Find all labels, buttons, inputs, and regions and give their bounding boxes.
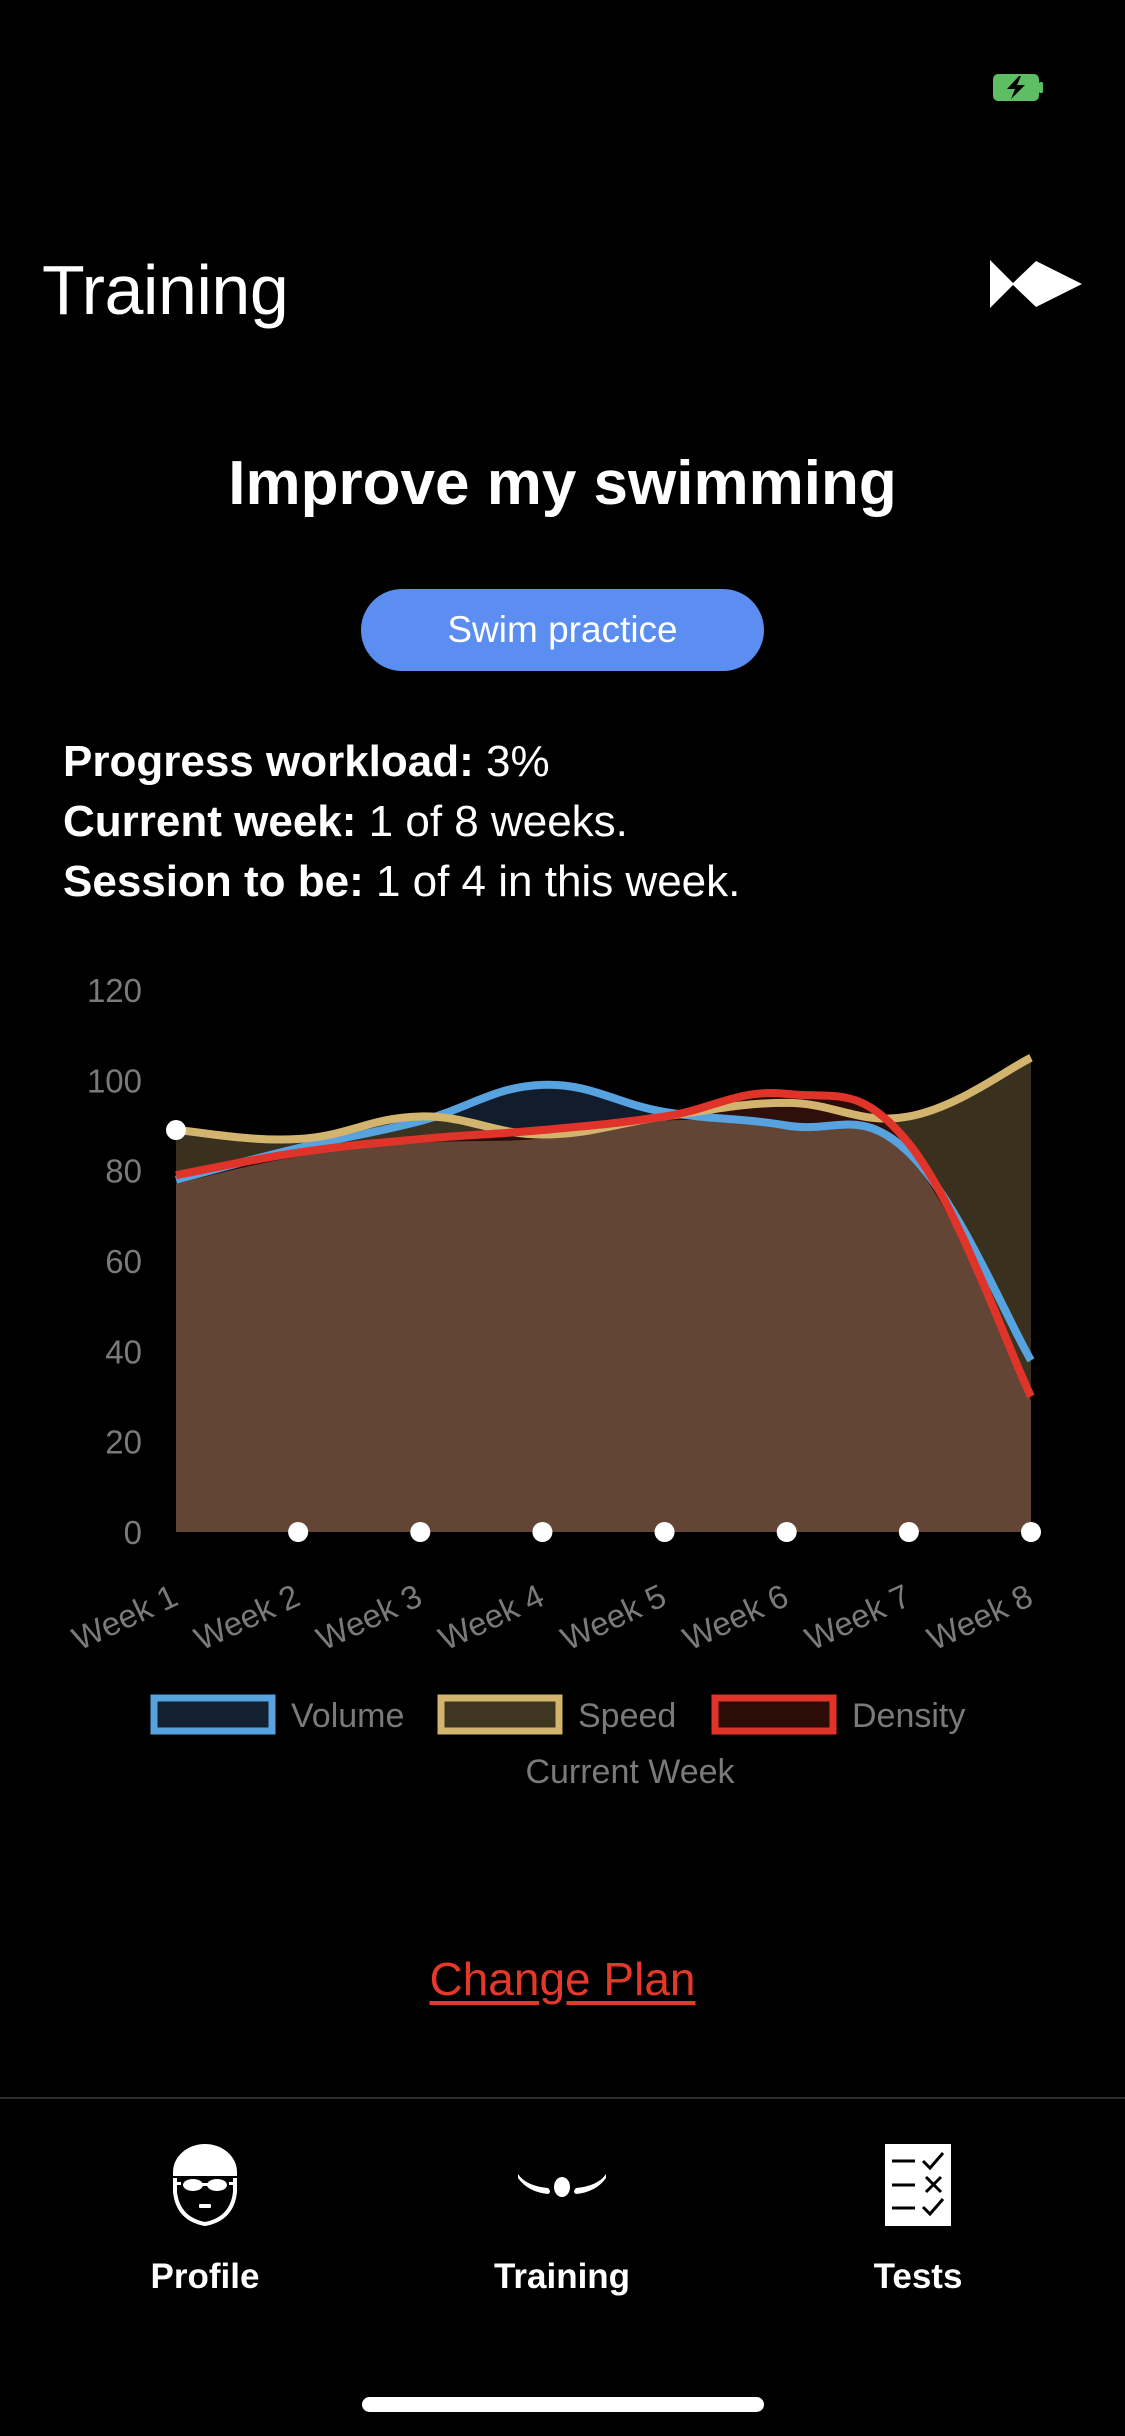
legend-swatch bbox=[711, 1694, 837, 1735]
week-point bbox=[288, 1522, 309, 1542]
x-tick-label: Week 3 bbox=[311, 1577, 427, 1658]
home-indicator[interactable] bbox=[362, 2397, 764, 2412]
y-tick-label: 80 bbox=[105, 1153, 142, 1190]
legend-item-volume: Volume bbox=[150, 1694, 404, 1735]
goal-title: Improve my swimming bbox=[228, 449, 897, 518]
checklist-icon bbox=[885, 2144, 951, 2226]
tab-profile-label: Profile bbox=[150, 2257, 260, 2296]
tab-profile[interactable]: Profile bbox=[75, 2135, 335, 2297]
week-point bbox=[654, 1522, 675, 1542]
change-plan-link[interactable]: Change Plan bbox=[430, 1953, 696, 2005]
progress-workload-row: Progress workload: 3% bbox=[63, 737, 550, 786]
current-week-row: Current week: 1 of 8 weeks. bbox=[63, 797, 628, 846]
current-week-marker bbox=[166, 1120, 186, 1141]
progress-info: Progress workload: 3% Current week: 1 of… bbox=[63, 732, 740, 912]
y-tick-label: 120 bbox=[87, 972, 142, 1009]
y-tick-label: 60 bbox=[105, 1243, 142, 1280]
week-point bbox=[776, 1522, 797, 1542]
swim-practice-button[interactable]: Swim practice bbox=[361, 589, 764, 671]
legend-item-density: Density bbox=[711, 1694, 965, 1735]
y-tick-label: 40 bbox=[105, 1333, 142, 1370]
tab-training-label: Training bbox=[493, 2257, 631, 2296]
x-tick-label: Week 8 bbox=[921, 1577, 1037, 1658]
x-tick-label: Week 6 bbox=[677, 1577, 793, 1658]
week-point bbox=[1021, 1522, 1041, 1542]
tab-training[interactable]: Training bbox=[432, 2135, 692, 2297]
x-tick-label: Week 4 bbox=[433, 1577, 549, 1658]
legend-label: Density bbox=[852, 1697, 965, 1735]
x-tick-label: Week 1 bbox=[66, 1577, 182, 1658]
tabbar-divider bbox=[0, 2097, 1125, 2099]
legend-swatch bbox=[437, 1694, 563, 1735]
training-load-chart: 0 20 40 60 80 100 120 Week 1 Week 2 Week 3 Week 4… bbox=[66, 972, 1041, 1791]
week-point bbox=[898, 1522, 919, 1542]
week-point bbox=[410, 1522, 431, 1542]
battery-charging-icon bbox=[993, 74, 1043, 101]
x-axis-label: Current Week bbox=[525, 1753, 735, 1791]
legend-label: Speed bbox=[578, 1697, 676, 1735]
week-point bbox=[532, 1522, 553, 1542]
area-overlap bbox=[176, 1120, 1031, 1532]
y-tick-label: 100 bbox=[87, 1062, 142, 1099]
session-row: Session to be: 1 of 4 in this week. bbox=[63, 857, 741, 906]
y-tick-label: 0 bbox=[124, 1514, 142, 1551]
x-tick-label: Week 7 bbox=[799, 1577, 915, 1658]
legend-item-speed: Speed bbox=[437, 1694, 676, 1735]
page-title: Training bbox=[42, 251, 289, 329]
tab-tests-label: Tests bbox=[873, 2257, 963, 2296]
x-tick-label: Week 2 bbox=[189, 1577, 305, 1658]
tab-tests[interactable]: Tests bbox=[788, 2135, 1048, 2297]
swimmer-head-icon bbox=[173, 2144, 237, 2226]
legend-swatch bbox=[150, 1694, 276, 1735]
y-tick-label: 20 bbox=[105, 1424, 142, 1461]
fish-logo-icon[interactable] bbox=[990, 258, 1082, 310]
x-tick-label: Week 5 bbox=[555, 1577, 671, 1658]
legend-label: Volume bbox=[291, 1697, 404, 1735]
swimmer-stroke-icon bbox=[518, 2174, 606, 2197]
